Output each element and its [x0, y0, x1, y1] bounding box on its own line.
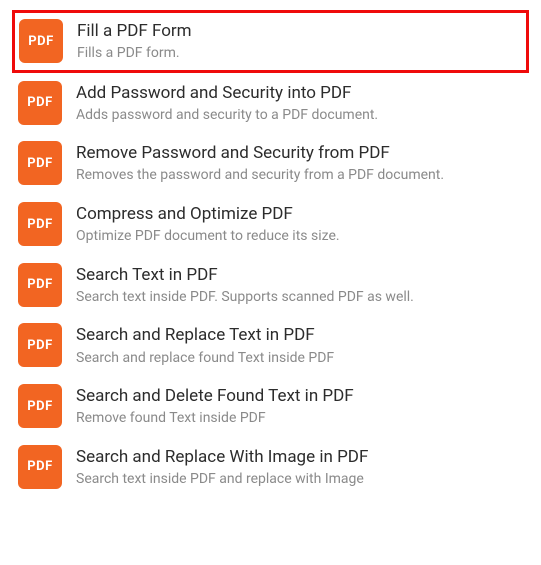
action-description: Remove found Text inside PDF	[76, 409, 354, 429]
action-description: Adds password and security to a PDF docu…	[76, 106, 378, 126]
action-title: Search and Delete Found Text in PDF	[76, 385, 354, 407]
action-text: Fill a PDF FormFills a PDF form.	[77, 19, 192, 64]
pdf-icon: PDF	[18, 81, 62, 125]
pdf-icon: PDF	[18, 323, 62, 367]
action-description: Search text inside PDF and replace with …	[76, 470, 368, 490]
pdf-icon: PDF	[18, 263, 62, 307]
action-description: Search text inside PDF. Supports scanned…	[76, 288, 414, 308]
action-list: PDF Fill a PDF FormFills a PDF form. PDF Ad…	[12, 10, 529, 498]
pdf-icon: PDF	[19, 19, 63, 63]
action-title: Search and Replace Text in PDF	[76, 324, 334, 346]
action-title: Search Text in PDF	[76, 264, 414, 286]
action-item-search-text-pdf[interactable]: PDF Search Text in PDFSearch text inside …	[12, 255, 529, 316]
pdf-icon: PDF	[18, 141, 62, 185]
pdf-icon: PDF	[18, 445, 62, 489]
action-item-search-delete-text-pdf[interactable]: PDF Search and Delete Found Text in PDFRe…	[12, 376, 529, 437]
action-item-add-password-security[interactable]: PDF Add Password and Security into PDFAdd…	[12, 73, 529, 134]
action-description: Optimize PDF document to reduce its size…	[76, 227, 340, 247]
pdf-icon: PDF	[18, 202, 62, 246]
action-description: Fills a PDF form.	[77, 44, 192, 64]
action-item-compress-optimize-pdf[interactable]: PDF Compress and Optimize PDFOptimize PDF…	[12, 194, 529, 255]
action-title: Fill a PDF Form	[77, 20, 192, 42]
action-item-search-replace-text-pdf[interactable]: PDFSearch and Replace Text in PDFSearch …	[12, 315, 529, 376]
action-text: Add Password and Security into PDFAdds p…	[76, 81, 378, 126]
action-item-fill-pdf-form[interactable]: PDF Fill a PDF FormFills a PDF form.	[12, 10, 529, 73]
action-text: Search Text in PDFSearch text inside PDF…	[76, 263, 414, 308]
action-description: Removes the password and security from a…	[76, 166, 444, 186]
action-title: Remove Password and Security from PDF	[76, 142, 444, 164]
action-title: Add Password and Security into PDF	[76, 82, 378, 104]
action-item-search-replace-image-pdf[interactable]: PDF Search and Replace With Image in PDFS…	[12, 437, 529, 498]
action-title: Search and Replace With Image in PDF	[76, 446, 368, 468]
action-item-remove-password-security[interactable]: PDF Remove Password and Security from PDF…	[12, 133, 529, 194]
pdf-icon: PDF	[18, 384, 62, 428]
action-text: Search and Delete Found Text in PDFRemov…	[76, 384, 354, 429]
action-text: Search and Replace With Image in PDFSear…	[76, 445, 368, 490]
action-title: Compress and Optimize PDF	[76, 203, 340, 225]
action-text: Remove Password and Security from PDFRem…	[76, 141, 444, 186]
action-description: Search and replace found Text inside PDF	[76, 349, 334, 369]
action-text: Compress and Optimize PDFOptimize PDF do…	[76, 202, 340, 247]
action-text: Search and Replace Text in PDF Search and…	[76, 323, 334, 368]
